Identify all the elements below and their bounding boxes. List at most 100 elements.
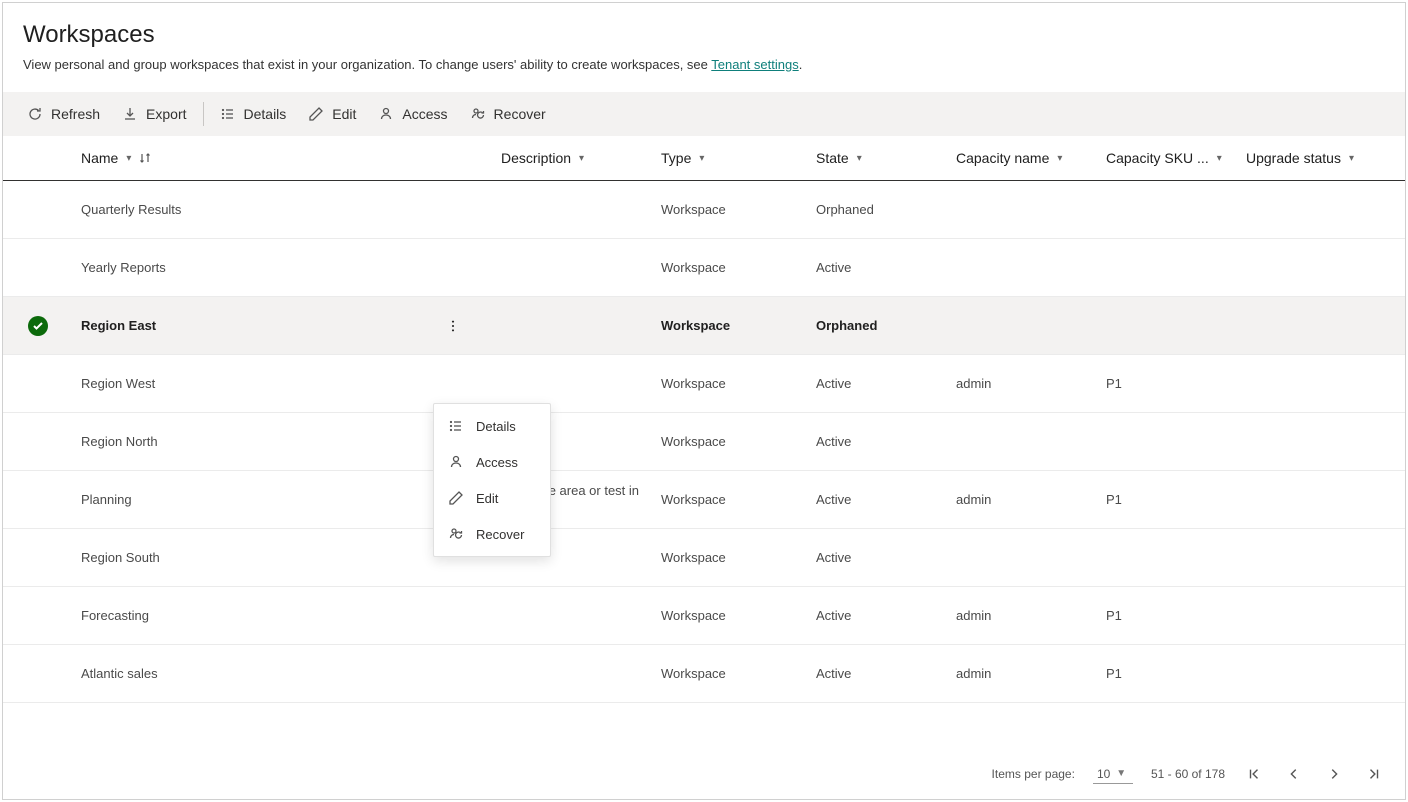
row-select-cell[interactable] <box>3 181 73 239</box>
cell-description <box>493 239 653 297</box>
cell-upgrade-status <box>1238 587 1405 645</box>
row-select-cell[interactable] <box>3 355 73 413</box>
cell-state: Active <box>808 645 948 703</box>
table-row[interactable]: ForecastingWorkspaceActiveadminP1 <box>3 587 1405 645</box>
edit-button[interactable]: Edit <box>298 100 366 128</box>
cell-capacity-name: admin <box>948 645 1098 703</box>
prev-page-button[interactable] <box>1283 763 1305 785</box>
row-select-cell[interactable] <box>3 529 73 587</box>
cell-more <box>433 645 493 703</box>
cell-capacity-sku <box>1098 529 1238 587</box>
refresh-button[interactable]: Refresh <box>17 100 110 128</box>
row-select-cell[interactable] <box>3 645 73 703</box>
cell-capacity-name <box>948 413 1098 471</box>
cell-type: Workspace <box>653 355 808 413</box>
export-button[interactable]: Export <box>112 100 196 128</box>
cell-more <box>433 239 493 297</box>
cell-state: Active <box>808 413 948 471</box>
context-edit[interactable]: Edit <box>434 480 550 516</box>
cell-state: Active <box>808 355 948 413</box>
cell-description <box>493 645 653 703</box>
cell-name: Region North <box>73 413 433 471</box>
col-state-header[interactable]: State ▾ <box>816 150 862 166</box>
cell-upgrade-status <box>1238 645 1405 703</box>
cell-state: Active <box>808 587 948 645</box>
list-icon <box>448 418 464 434</box>
cell-capacity-sku <box>1098 297 1238 355</box>
cell-capacity-sku: P1 <box>1098 471 1238 529</box>
table-row[interactable]: Region EastWorkspaceOrphaned <box>3 297 1405 355</box>
last-page-button[interactable] <box>1363 763 1385 785</box>
cell-upgrade-status <box>1238 413 1405 471</box>
cell-state: Active <box>808 471 948 529</box>
subtitle-text: View personal and group workspaces that … <box>23 57 711 72</box>
page-title: Workspaces <box>3 3 1405 57</box>
table-row[interactable]: PlanningorkSpace area or test in BBTWork… <box>3 471 1405 529</box>
row-select-cell[interactable] <box>3 587 73 645</box>
export-label: Export <box>146 106 186 122</box>
first-page-button[interactable] <box>1243 763 1265 785</box>
cell-name: Quarterly Results <box>73 181 433 239</box>
cell-state: Active <box>808 529 948 587</box>
cell-name: Yearly Reports <box>73 239 433 297</box>
cell-capacity-sku <box>1098 181 1238 239</box>
row-select-cell[interactable] <box>3 239 73 297</box>
toolbar-divider <box>203 102 204 126</box>
tenant-settings-link[interactable]: Tenant settings <box>711 57 798 72</box>
check-icon <box>28 316 48 336</box>
cell-upgrade-status <box>1238 181 1405 239</box>
cell-more <box>433 297 493 355</box>
col-upgrade-status-label: Upgrade status <box>1246 150 1341 166</box>
items-per-page-select[interactable]: 10 ▼ <box>1093 765 1133 784</box>
col-description-header[interactable]: Description ▾ <box>501 150 584 166</box>
items-per-page-value: 10 <box>1097 767 1110 781</box>
chevron-down-icon: ▾ <box>579 153 584 164</box>
cell-type: Workspace <box>653 239 808 297</box>
row-select-cell[interactable] <box>3 413 73 471</box>
col-name-header[interactable]: Name ▾ <box>81 150 151 166</box>
context-details[interactable]: Details <box>434 408 550 444</box>
col-capacity-name-label: Capacity name <box>956 150 1049 166</box>
table-row[interactable]: Yearly ReportsWorkspaceActive <box>3 239 1405 297</box>
table-row[interactable]: Region WestWorkspaceActiveadminP1 <box>3 355 1405 413</box>
next-page-button[interactable] <box>1323 763 1345 785</box>
refresh-label: Refresh <box>51 106 100 122</box>
col-upgrade-status-header[interactable]: Upgrade status ▾ <box>1246 150 1354 166</box>
col-capacity-name-header[interactable]: Capacity name ▾ <box>956 150 1062 166</box>
col-capacity-sku-header[interactable]: Capacity SKU ... ▾ <box>1106 150 1222 166</box>
refresh-icon <box>27 106 43 122</box>
col-state-label: State <box>816 150 849 166</box>
cell-capacity-sku <box>1098 413 1238 471</box>
table-row[interactable]: Region SouthWorkspaceActive <box>3 529 1405 587</box>
cell-capacity-sku: P1 <box>1098 645 1238 703</box>
cell-upgrade-status <box>1238 471 1405 529</box>
cell-type: Workspace <box>653 471 808 529</box>
subtitle-suffix: . <box>799 57 803 72</box>
context-access[interactable]: Access <box>434 444 550 480</box>
access-button[interactable]: Access <box>368 100 457 128</box>
more-options-button[interactable] <box>441 314 465 338</box>
row-select-cell[interactable] <box>3 471 73 529</box>
table-row[interactable]: Atlantic salesWorkspaceActiveadminP1 <box>3 645 1405 703</box>
details-button[interactable]: Details <box>210 100 297 128</box>
workspaces-table: Name ▾ Description ▾ <box>3 136 1405 703</box>
col-type-header[interactable]: Type ▾ <box>661 150 704 166</box>
pencil-icon <box>308 106 324 122</box>
context-menu: Details Access Edit Recover <box>433 403 551 557</box>
cell-capacity-name <box>948 239 1098 297</box>
access-label: Access <box>402 106 447 122</box>
table-row[interactable]: Quarterly ResultsWorkspaceOrphaned <box>3 181 1405 239</box>
cell-name: Forecasting <box>73 587 433 645</box>
table-row[interactable]: Region NorthWorkspaceActive <box>3 413 1405 471</box>
recover-button[interactable]: Recover <box>460 100 556 128</box>
cell-capacity-name <box>948 529 1098 587</box>
edit-label: Edit <box>332 106 356 122</box>
row-select-cell[interactable] <box>3 297 73 355</box>
cell-state: Orphaned <box>808 297 948 355</box>
col-name-label: Name <box>81 150 118 166</box>
cell-name: Region West <box>73 355 433 413</box>
context-edit-label: Edit <box>476 491 498 506</box>
cell-name: Region East <box>73 297 433 355</box>
context-recover[interactable]: Recover <box>434 516 550 552</box>
cell-capacity-sku: P1 <box>1098 587 1238 645</box>
